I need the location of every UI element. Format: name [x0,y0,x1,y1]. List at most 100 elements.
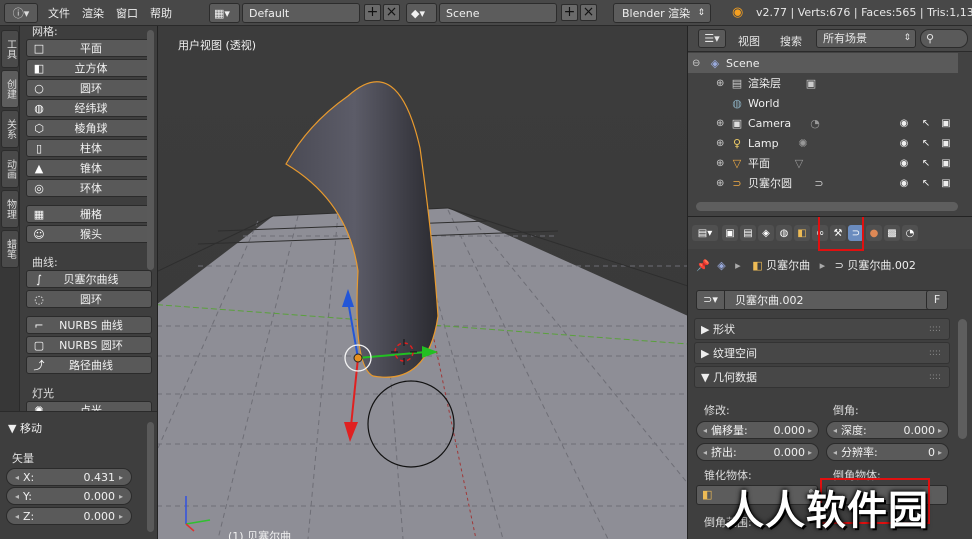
add-cone-button[interactable]: ▲ 锥体 [26,159,152,177]
outliner-row-bezier-circle[interactable]: ⊕ ⊃ 贝塞尔圆 ⊃ [688,173,958,193]
tab-relations[interactable]: 关系 [1,110,19,148]
outliner-view-menu[interactable]: 视图 [738,33,760,49]
add-torus-button[interactable]: ◎ 环体 [26,179,152,197]
expand-icon[interactable]: ⊕ [716,178,724,189]
tab-texture[interactable]: ▩ [884,225,900,241]
add-scene-button[interactable]: + [561,4,578,21]
tab-physics[interactable]: 物理 [1,190,19,228]
circle-render-icon[interactable]: ▣ [940,177,952,189]
add-nurbs-circle-button[interactable]: ▢ NURBS 圆环 [26,336,152,354]
camera-select-arrow-icon[interactable]: ↖ [920,117,932,129]
outliner-row-render-layers[interactable]: ⊕ ▤ 渲染层 ▣ [688,73,958,93]
pin-icon[interactable]: 📌 [696,259,710,272]
add-bezier-circle-button[interactable]: ◌ 圆环 [26,290,152,308]
tab-scene[interactable]: ◈ [758,225,774,241]
depth-field[interactable]: ◂ 深度: 0.000 ▸ [826,421,949,439]
outliner-horizontal-scrollbar[interactable] [696,202,958,211]
tab-render[interactable]: ▣ [722,225,738,241]
expand-icon[interactable]: ⊕ [716,138,724,149]
add-point-lamp-button[interactable]: ✺ 点光 [26,401,152,411]
lamp-render-icon[interactable]: ▣ [940,137,952,149]
expand-icon[interactable]: ⊕ [716,78,724,89]
3d-viewport[interactable]: 用户视图 (透视) (1) 贝塞尔曲 [157,26,687,539]
add-bezier-curve-button[interactable]: ∫ 贝塞尔曲线 [26,270,152,288]
add-screen-button[interactable]: + [364,4,381,21]
add-grid-button[interactable]: ▦ 栅格 [26,205,152,223]
tab-material[interactable]: ● [866,225,882,241]
render-engine-dropdown[interactable]: Blender 渲染 ⇕ [613,3,711,23]
offset-field[interactable]: ◂ 偏移量: 0.000 ▸ [696,421,819,439]
add-path-button[interactable]: ⤴ 路径曲线 [26,356,152,374]
remove-screen-button[interactable]: × [383,4,400,21]
circle-select-arrow-icon[interactable]: ↖ [920,177,932,189]
outliner-row-world[interactable]: ◍ World [688,93,958,113]
extrude-field[interactable]: ◂ 挤出: 0.000 ▸ [696,443,819,461]
add-circle-button[interactable]: ○ 圆环 [26,79,152,97]
menu-file[interactable]: 文件 [48,5,70,21]
expand-icon[interactable]: ⊕ [716,158,724,169]
fake-user-button[interactable]: F [926,290,948,310]
tab-world[interactable]: ◍ [776,225,792,241]
tool-scrollbar[interactable] [147,30,154,270]
vector-z-field[interactable]: ◂ Z: 0.000 ▸ [6,507,132,525]
tab-render-layers[interactable]: ▤ [740,225,756,241]
panel-geometry[interactable]: ▼ 几何数据:::: [694,366,950,388]
add-plane-button[interactable]: □ 平面 [26,39,152,57]
menu-render[interactable]: 渲染 [82,5,104,21]
curve-datablock-field[interactable]: ⊃▾ 贝塞尔曲.002 [696,290,946,310]
cone-icon: ▲ [34,161,44,175]
tab-create[interactable]: 创建 [1,70,19,108]
outliner-row-scene[interactable]: ⊖ ◈ Scene [688,53,958,73]
outliner-row-camera[interactable]: ⊕ ▣ Camera ◔ [688,113,958,133]
physics-icon: ◔ [905,227,915,239]
lamp-select-arrow-icon[interactable]: ↖ [920,137,932,149]
properties-scrollbar[interactable] [958,319,967,439]
properties-editor-button[interactable]: ▤▾ [692,225,718,241]
add-uvsphere-button[interactable]: ◍ 经纬球 [26,99,152,117]
outliner-search-menu[interactable]: 搜索 [780,33,802,49]
operator-header[interactable]: ▼ 移动 [8,420,42,436]
outliner-search-field[interactable]: ⚲ [920,29,968,48]
menu-window[interactable]: 窗口 [116,5,138,21]
plane-select-arrow-icon[interactable]: ↖ [920,157,932,169]
operator-scrollbar[interactable] [147,422,154,532]
vector-y-field[interactable]: ◂ Y: 0.000 ▸ [6,487,132,505]
camera-visibility-eye-icon[interactable]: ◉ [898,117,910,129]
collapse-icon[interactable]: ⊖ [692,58,700,69]
scene-cone-icon: ◆▾ [411,6,425,20]
scene-icon-button[interactable]: ◆▾ [406,3,437,23]
plane-render-icon[interactable]: ▣ [940,157,952,169]
create-tool-panel: 网格: □ 平面 ◧ 立方体 ○ 圆环 ◍ 经纬球 ⬡ 棱角球 ▯ 柱体 ▲ 锥体 ◎ 环体 ▦… [20,26,157,411]
tab-tools[interactable]: 工具 [1,30,19,68]
collapsed-triangle-icon: ▶ [701,322,713,336]
tab-object[interactable]: ◧ [794,225,810,241]
plane-visibility-eye-icon[interactable]: ◉ [898,157,910,169]
panel-shape[interactable]: ▶ 形状:::: [694,318,950,340]
panel-texture-space[interactable]: ▶ 纹理空间:::: [694,342,950,364]
remove-scene-button[interactable]: × [580,4,597,21]
vector-x-field[interactable]: ◂ X: 0.431 ▸ [6,468,132,486]
outliner-editor-button[interactable]: ☰▾ [698,29,726,48]
add-cylinder-button[interactable]: ▯ 柱体 [26,139,152,157]
outliner-filter-dropdown[interactable]: 所有场景 ⇕ [816,29,916,48]
outliner-row-lamp[interactable]: ⊕ ♀ Lamp ✺ [688,133,958,153]
expand-icon[interactable]: ⊕ [716,118,724,129]
camera-render-icon[interactable]: ▣ [940,117,952,129]
info-editor-button[interactable]: ⓘ▾ [4,2,38,23]
curve-data-dropdown-icon[interactable]: ⊃▾ [697,291,725,309]
screen-layout-icon-button[interactable]: ▦▾ [209,3,240,23]
scene-field[interactable]: Scene [439,3,557,23]
tab-grease-pencil[interactable]: 蜡笔 [1,230,19,268]
tab-animation[interactable]: 动画 [1,150,19,188]
menu-help[interactable]: 帮助 [150,5,172,21]
circle-visibility-eye-icon[interactable]: ◉ [898,177,910,189]
add-icosphere-button[interactable]: ⬡ 棱角球 [26,119,152,137]
add-monkey-button[interactable]: ☺ 猴头 [26,225,152,243]
screen-layout-field[interactable]: Default [242,3,360,23]
outliner-row-plane[interactable]: ⊕ ▽ 平面 ▽ [688,153,958,173]
resolution-field[interactable]: ◂ 分辨率: 0 ▸ [826,443,949,461]
lamp-visibility-eye-icon[interactable]: ◉ [898,137,910,149]
add-cube-button[interactable]: ◧ 立方体 [26,59,152,77]
add-nurbs-curve-button[interactable]: ⌐ NURBS 曲线 [26,316,152,334]
tab-physics[interactable]: ◔ [902,225,918,241]
